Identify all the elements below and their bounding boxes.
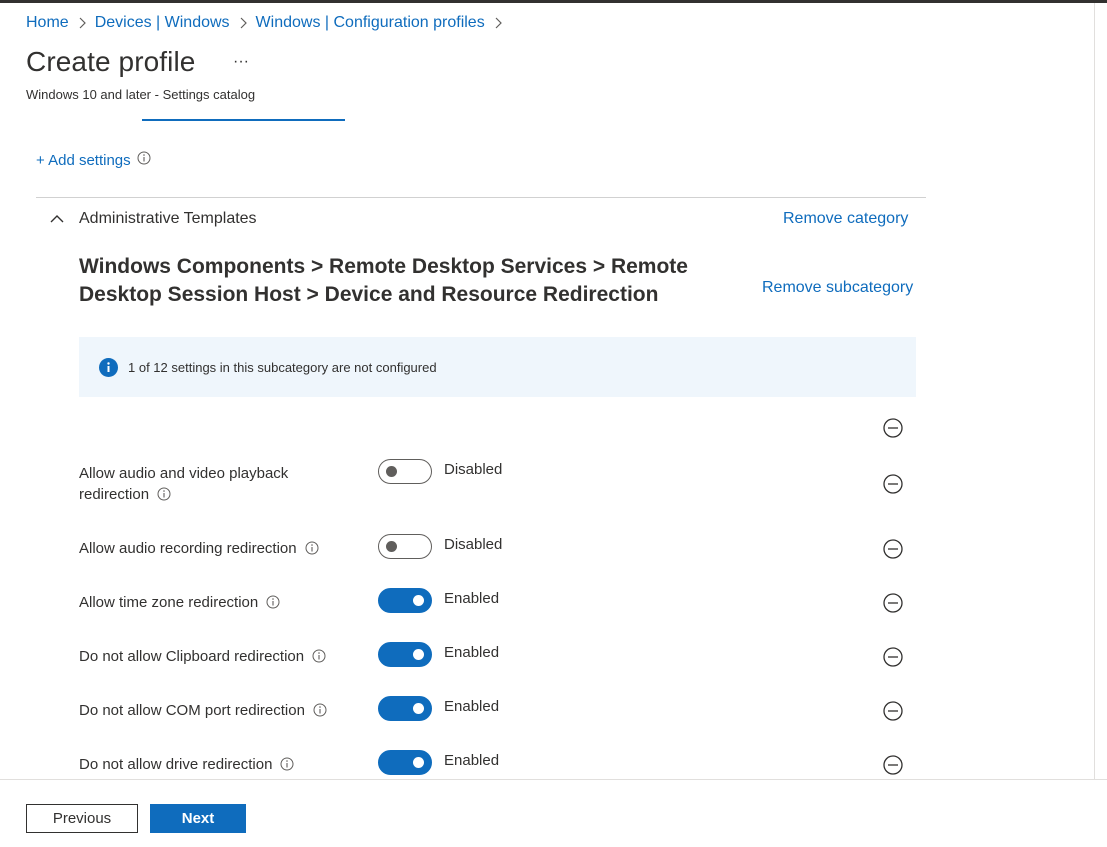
toggle-knob (413, 649, 424, 660)
minus-circle-icon (882, 418, 904, 443)
setting-toggle[interactable] (378, 750, 432, 775)
chevron-right-icon (485, 14, 511, 32)
remove-category-link[interactable]: Remove category (783, 210, 908, 228)
setting-label: Do not allow drive redirection (79, 754, 359, 777)
footer-bar: Previous Next (0, 780, 1107, 847)
remove-setting-button[interactable] (882, 473, 904, 495)
setting-label: Allow audio recording redirection (79, 538, 349, 561)
setting-toggle[interactable] (378, 588, 432, 613)
info-icon[interactable] (305, 540, 319, 561)
setting-state: Enabled (444, 752, 500, 769)
breadcrumb-configuration-profiles[interactable]: Windows | Configuration profiles (256, 14, 485, 32)
minus-circle-icon (883, 647, 903, 667)
subcategory-title: Windows Components > Remote Desktop Serv… (79, 255, 688, 306)
remove-setting-button[interactable] (882, 700, 904, 722)
breadcrumb: Home Devices | Windows Windows | Configu… (26, 14, 511, 32)
info-icon[interactable] (266, 594, 280, 615)
setting-toggle[interactable] (378, 534, 432, 559)
info-banner-text: 1 of 12 settings in this subcategory are… (128, 359, 437, 375)
setting-toggle[interactable] (378, 459, 432, 484)
info-banner: 1 of 12 settings in this subcategory are… (79, 337, 916, 397)
breadcrumb-home[interactable]: Home (26, 14, 69, 32)
remove-subcategory-link[interactable]: Remove subcategory (762, 279, 913, 297)
next-button[interactable]: Next (150, 804, 246, 833)
setting-state: Disabled (444, 461, 503, 478)
info-icon[interactable] (157, 486, 171, 507)
setting-state: Enabled (444, 698, 500, 715)
minus-circle-icon (883, 539, 903, 559)
setting-label: Allow time zone redirection (79, 592, 349, 615)
setting-state: Enabled (444, 590, 500, 607)
right-panel-divider (1094, 3, 1095, 779)
add-settings-label: + Add settings (36, 151, 131, 169)
setting-label: Do not allow Clipboard redirection (79, 646, 359, 669)
minus-circle-icon (883, 701, 903, 721)
chevron-right-icon (230, 14, 256, 32)
info-icon[interactable] (137, 151, 151, 169)
top-border (0, 0, 1107, 3)
toggle-knob (386, 541, 397, 552)
minus-circle-icon (883, 755, 903, 775)
toggle-knob (413, 757, 424, 768)
setting-label-text: Do not allow drive redirection (79, 756, 273, 773)
setting-label: Allow audio and video playback redirecti… (79, 463, 339, 507)
setting-label: Do not allow COM port redirection (79, 700, 359, 723)
toggle-knob (413, 703, 424, 714)
section-divider (36, 197, 926, 198)
remove-setting-button[interactable] (882, 646, 904, 668)
info-filled-icon (99, 357, 118, 377)
setting-label-text: Do not allow COM port redirection (79, 702, 305, 719)
breadcrumb-devices-windows[interactable]: Devices | Windows (95, 14, 230, 32)
remove-setting-button[interactable] (882, 754, 904, 776)
category-header[interactable]: Administrative Templates (48, 210, 257, 228)
setting-label-text: Allow time zone redirection (79, 594, 259, 611)
add-settings-link[interactable]: + Add settings (36, 151, 151, 169)
setting-label-text: Allow audio recording redirection (79, 540, 297, 557)
info-icon[interactable] (280, 756, 294, 777)
info-icon[interactable] (313, 702, 327, 723)
info-icon[interactable] (312, 648, 326, 669)
minus-circle-icon (883, 474, 903, 494)
chevron-right-icon (69, 14, 95, 32)
setting-label-text: Do not allow Clipboard redirection (79, 648, 305, 665)
remove-all-settings-button[interactable] (882, 417, 904, 439)
page-subtitle: Windows 10 and later - Settings catalog (26, 87, 256, 102)
active-step-indicator (142, 119, 345, 121)
setting-state: Disabled (444, 536, 503, 553)
setting-label-text: Allow audio and video playback redirecti… (79, 465, 289, 503)
remove-setting-button[interactable] (882, 592, 904, 614)
toggle-knob (413, 595, 424, 606)
page-title: Create profile (26, 46, 196, 77)
previous-button[interactable]: Previous (26, 804, 138, 833)
toggle-knob (386, 466, 397, 477)
chevron-up-icon (48, 210, 66, 228)
remove-setting-button[interactable] (882, 538, 904, 560)
setting-toggle[interactable] (378, 642, 432, 667)
minus-circle-icon (883, 593, 903, 613)
more-options-button[interactable]: ··· (228, 52, 254, 76)
setting-toggle[interactable] (378, 696, 432, 721)
setting-state: Enabled (444, 644, 500, 661)
category-name: Administrative Templates (79, 210, 257, 227)
